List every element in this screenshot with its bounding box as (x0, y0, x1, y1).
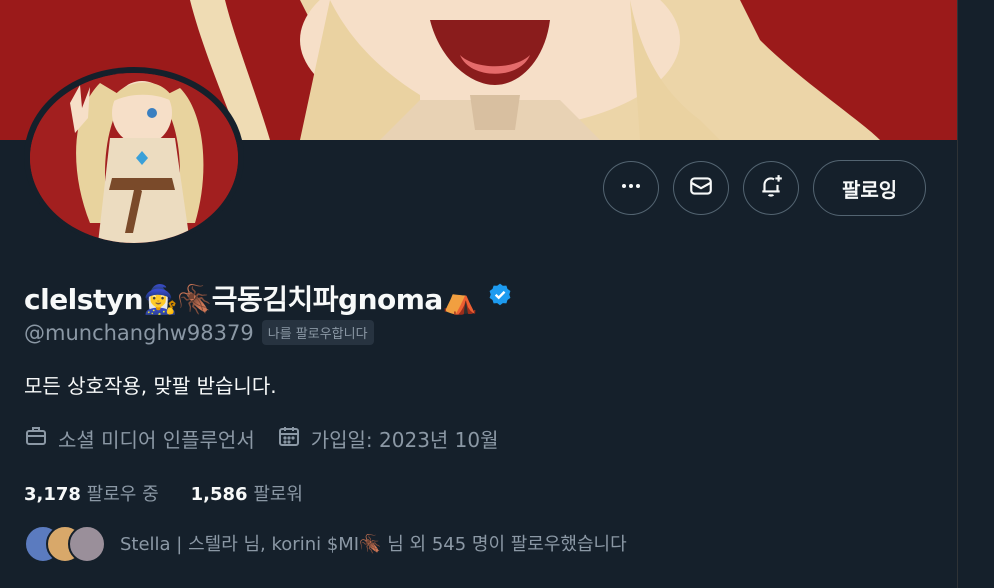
profile-meta: 소셜 미디어 인플루언서 가입일: 2023년 10월 (24, 424, 521, 453)
message-button[interactable] (673, 161, 729, 215)
category: 소셜 미디어 인플루언서 (24, 424, 255, 453)
followers-link[interactable]: 1,586 팔로워 (191, 480, 303, 506)
bell-plus-icon (758, 173, 784, 203)
display-name: clelstyn🧙‍♀️🪳극동김치파gnoma⛺ (24, 283, 478, 316)
followers-label: 팔로워 (253, 484, 303, 505)
avatar (68, 525, 106, 563)
avatar[interactable] (24, 67, 252, 249)
following-label: 팔로우 중 (86, 484, 159, 505)
follow-stats: 3,178 팔로우 중 1,586 팔로워 (24, 480, 335, 506)
verified-badge-icon[interactable] (487, 282, 513, 315)
join-date-label: 가입일: 2023년 10월 (310, 428, 499, 452)
handle-row: @munchanghw98379 나를 팔로우합니다 (24, 320, 374, 345)
known-followers[interactable]: Stella | 스텔라 님, korini $MI🪳 님 외 545 명이 팔… (24, 525, 627, 563)
avatar-image (30, 73, 238, 243)
join-date: 가입일: 2023년 10월 (277, 424, 499, 453)
profile-actions: 팔로잉 (603, 160, 927, 216)
known-follower-avatars (24, 525, 106, 563)
category-label: 소셜 미디어 인플루언서 (58, 428, 255, 452)
bio: 모든 상호작용, 맞팔 받습니다. (24, 374, 277, 398)
notify-button[interactable] (743, 161, 799, 215)
follows-you-badge: 나를 팔로우합니다 (261, 320, 374, 345)
following-link[interactable]: 3,178 팔로우 중 (24, 480, 159, 506)
right-rail (957, 0, 994, 588)
followers-count: 1,586 (190, 484, 248, 505)
handle: @munchanghw98379 (24, 320, 254, 345)
known-followers-text: Stella | 스텔라 님, korini $MI🪳 님 외 545 명이 팔… (120, 534, 627, 555)
briefcase-icon (24, 424, 48, 453)
display-name-row: clelstyn🧙‍♀️🪳극동김치파gnoma⛺ (24, 278, 513, 318)
more-button[interactable] (603, 161, 659, 215)
calendar-icon (277, 424, 301, 453)
more-icon (619, 174, 643, 202)
following-count: 3,178 (24, 484, 81, 505)
following-button[interactable]: 팔로잉 (813, 160, 927, 216)
envelope-icon (688, 173, 714, 203)
